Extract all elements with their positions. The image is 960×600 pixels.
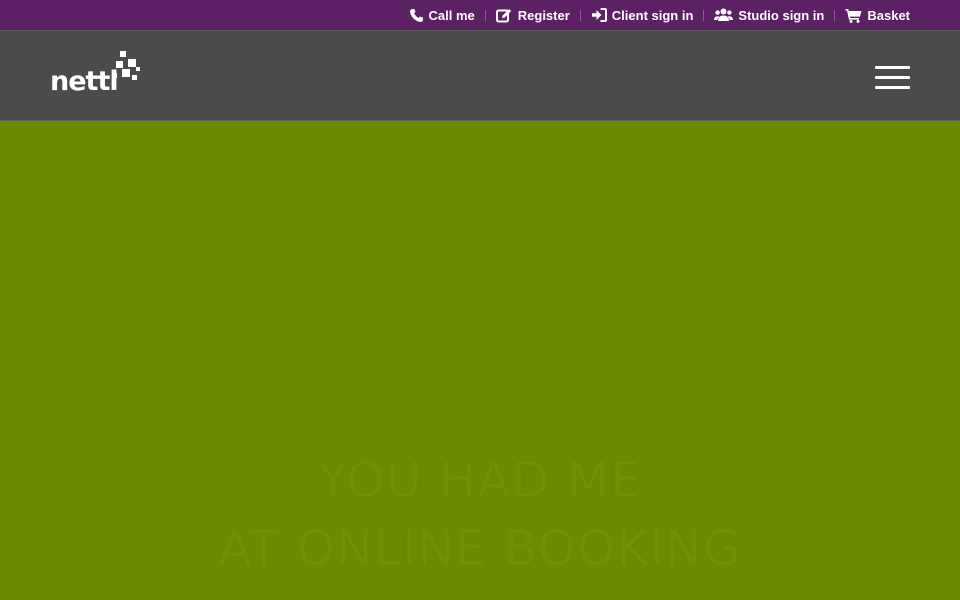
separator [834, 9, 836, 21]
menu-bar [875, 66, 910, 69]
call-me-label: Call me [428, 7, 475, 23]
menu-bar [875, 86, 910, 89]
logo-wordmark: nettl [50, 66, 119, 97]
client-sign-in-link[interactable]: Client sign in [591, 7, 694, 23]
hero-heading-line-2: AT ONLINE BOOKING [218, 520, 742, 577]
call-me-link[interactable]: Call me [409, 8, 475, 23]
studio-sign-in-link[interactable]: Studio sign in [714, 8, 824, 23]
basket-label: Basket [867, 7, 910, 23]
hero-heading-line-1: YOU HAD ME [317, 452, 643, 509]
main-navbar: nettl [0, 30, 960, 121]
logo-pixel [128, 59, 136, 67]
separator [484, 9, 486, 21]
sign-in-icon [591, 8, 607, 22]
utility-bar: Call me Register Client sign in Studio s… [0, 0, 960, 30]
logo-pixel [132, 75, 137, 80]
edit-icon [495, 8, 511, 22]
logo-pixel [122, 69, 130, 77]
register-label: Register [517, 7, 570, 23]
register-link[interactable]: Register [495, 7, 570, 23]
menu-bar [875, 76, 910, 79]
basket-link[interactable]: Basket [845, 8, 910, 23]
hamburger-menu-icon[interactable] [875, 66, 910, 90]
client-sign-in-label: Client sign in [611, 7, 694, 23]
hero-banner: YOU HAD ME AT ONLINE BOOKING [0, 122, 960, 600]
separator [703, 9, 705, 21]
cart-icon [845, 8, 862, 23]
users-icon [714, 8, 734, 21]
logo-pixel [136, 67, 140, 71]
nettl-logo[interactable]: nettl [50, 49, 142, 99]
separator [579, 9, 581, 21]
logo-pixel [120, 51, 126, 57]
logo-pixel [112, 73, 117, 78]
logo-pixel [116, 61, 123, 68]
studio-sign-in-label: Studio sign in [738, 7, 825, 23]
phone-icon [409, 8, 423, 22]
